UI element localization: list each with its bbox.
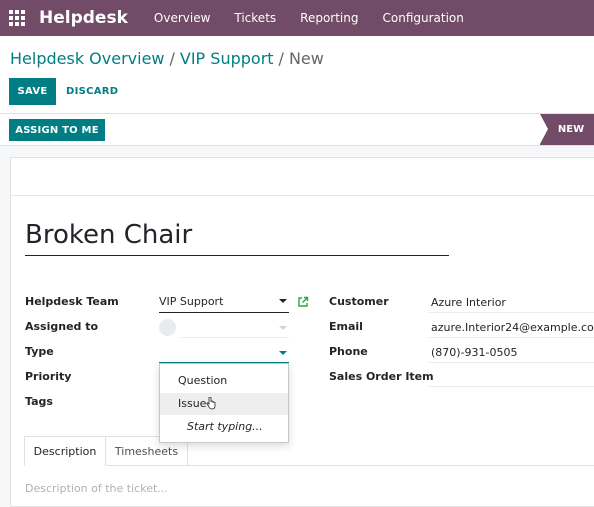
helpdesk-team-value: VIP Support bbox=[159, 295, 224, 308]
status-bar: ASSIGN TO ME NEW bbox=[0, 114, 594, 146]
type-dropdown-menu: Question Issue Start typing... bbox=[159, 363, 289, 443]
form-sheet: Broken Chair Helpdesk Team VIP Support A… bbox=[10, 157, 594, 507]
chevron-down-icon[interactable] bbox=[279, 351, 287, 355]
sheet-divider bbox=[11, 195, 594, 196]
stage-label: NEW bbox=[557, 124, 585, 135]
nav-overview[interactable]: Overview bbox=[154, 11, 211, 25]
phone-value: (870)-931-0505 bbox=[431, 346, 518, 359]
chevron-down-icon[interactable] bbox=[279, 326, 287, 330]
type-label: Type bbox=[25, 345, 54, 358]
nav-tickets[interactable]: Tickets bbox=[234, 11, 276, 25]
sales-order-item-label: Sales Order Item bbox=[329, 370, 434, 383]
notebook-tabs: Description Timesheets bbox=[24, 436, 594, 466]
app-brand[interactable]: Helpdesk bbox=[39, 8, 128, 28]
tags-label: Tags bbox=[25, 395, 53, 408]
tab-description[interactable]: Description bbox=[24, 436, 106, 466]
nav-reporting[interactable]: Reporting bbox=[300, 11, 358, 25]
customer-field[interactable]: Azure Interior bbox=[429, 292, 594, 313]
apps-grid-icon[interactable] bbox=[9, 10, 25, 26]
phone-field[interactable]: (870)-931-0505 bbox=[429, 342, 594, 363]
helpdesk-team-label: Helpdesk Team bbox=[25, 295, 119, 308]
helpdesk-team-field[interactable]: VIP Support bbox=[159, 292, 289, 313]
breadcrumb-current: New bbox=[288, 49, 324, 68]
avatar bbox=[159, 319, 176, 336]
control-panel: Helpdesk Overview / VIP Support / New SAVE D… bbox=[0, 36, 594, 114]
customer-label: Customer bbox=[329, 295, 389, 308]
breadcrumb-helpdesk-overview[interactable]: Helpdesk Overview bbox=[10, 49, 165, 68]
nav-configuration[interactable]: Configuration bbox=[383, 11, 464, 25]
hand-cursor-icon bbox=[206, 397, 216, 410]
email-label: Email bbox=[329, 320, 363, 333]
stage-new-badge[interactable]: NEW bbox=[540, 114, 594, 145]
sales-order-item-field[interactable] bbox=[429, 366, 594, 387]
email-field[interactable]: azure.Interior24@example.com bbox=[429, 317, 594, 338]
external-link-icon[interactable] bbox=[297, 296, 309, 308]
breadcrumb-separator: / bbox=[169, 49, 175, 68]
discard-button[interactable]: DISCARD bbox=[66, 78, 118, 105]
breadcrumb-separator: / bbox=[278, 49, 284, 68]
chevron-down-icon[interactable] bbox=[279, 299, 287, 303]
type-field[interactable] bbox=[159, 343, 289, 363]
priority-label: Priority bbox=[25, 370, 72, 383]
dropdown-option-question[interactable]: Question bbox=[160, 370, 288, 392]
save-button[interactable]: SAVE bbox=[9, 78, 56, 105]
dropdown-option-issue[interactable]: Issue bbox=[160, 393, 288, 415]
phone-label: Phone bbox=[329, 345, 368, 358]
description-input[interactable]: Description of the ticket... bbox=[25, 482, 168, 495]
ticket-title-input[interactable]: Broken Chair bbox=[25, 218, 449, 256]
breadcrumb: Helpdesk Overview / VIP Support / New bbox=[10, 49, 324, 68]
dropdown-option-label: Issue bbox=[178, 397, 207, 410]
assigned-to-field[interactable] bbox=[181, 318, 289, 338]
assign-to-me-button[interactable]: ASSIGN TO ME bbox=[9, 119, 105, 141]
breadcrumb-vip-support[interactable]: VIP Support bbox=[180, 49, 274, 68]
top-navbar: Helpdesk Overview Tickets Reporting Conf… bbox=[0, 0, 594, 36]
assigned-to-label: Assigned to bbox=[25, 320, 99, 333]
dropdown-start-typing-hint: Start typing... bbox=[187, 420, 263, 433]
customer-value: Azure Interior bbox=[431, 296, 506, 309]
email-value: azure.Interior24@example.com bbox=[431, 321, 594, 334]
